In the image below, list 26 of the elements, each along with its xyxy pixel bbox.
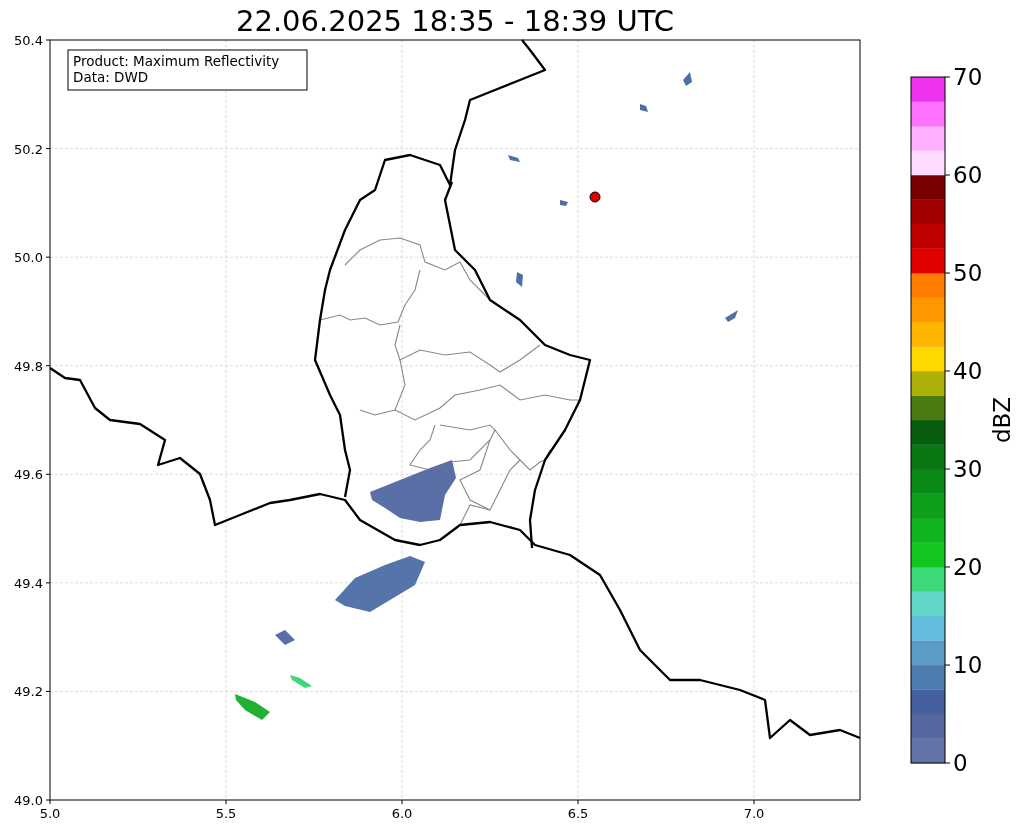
axis-tick-label: 5.5: [215, 806, 237, 821]
chart-title: 22.06.2025 18:35 - 18:39 UTC: [236, 4, 674, 38]
colorbar-tick-label: 70: [953, 64, 983, 90]
axis-tick-label: 6.5: [567, 806, 589, 821]
axis-tick-label: 7.0: [743, 806, 765, 821]
info-text: Data: DWD: [73, 69, 149, 85]
colorbar-tick-label: 30: [953, 456, 983, 482]
info-text: Product: Maximum Reflectivity: [73, 53, 280, 69]
axis-tick-label: 50.0: [14, 250, 43, 266]
axis-tick-label: 50.4: [14, 33, 43, 48]
axis-tick-label: 49.2: [14, 684, 43, 700]
colorbar-label: dBZ: [989, 396, 1015, 444]
colorbar-tick-label: 0: [953, 750, 968, 776]
axis-tick-label: 6.0: [391, 806, 413, 821]
axis-tick-label: 49.4: [14, 575, 43, 591]
colorbar-tick-label: 40: [953, 358, 983, 384]
axis-tick-label: 50.2: [14, 141, 43, 157]
colorbar-tick-label: 50: [953, 260, 983, 286]
axis-tick-label: 5.0: [39, 806, 61, 821]
axis-tick-label: 49.6: [14, 467, 43, 483]
axis-tick-label: 49.8: [14, 358, 43, 374]
axis-tick-label: 49.0: [14, 793, 43, 808]
colorbar-tick-label: 60: [953, 162, 983, 188]
colorbar-tick-label: 10: [953, 652, 983, 678]
location-marker-icon: [589, 191, 601, 203]
colorbar-tick-label: 20: [953, 554, 983, 580]
